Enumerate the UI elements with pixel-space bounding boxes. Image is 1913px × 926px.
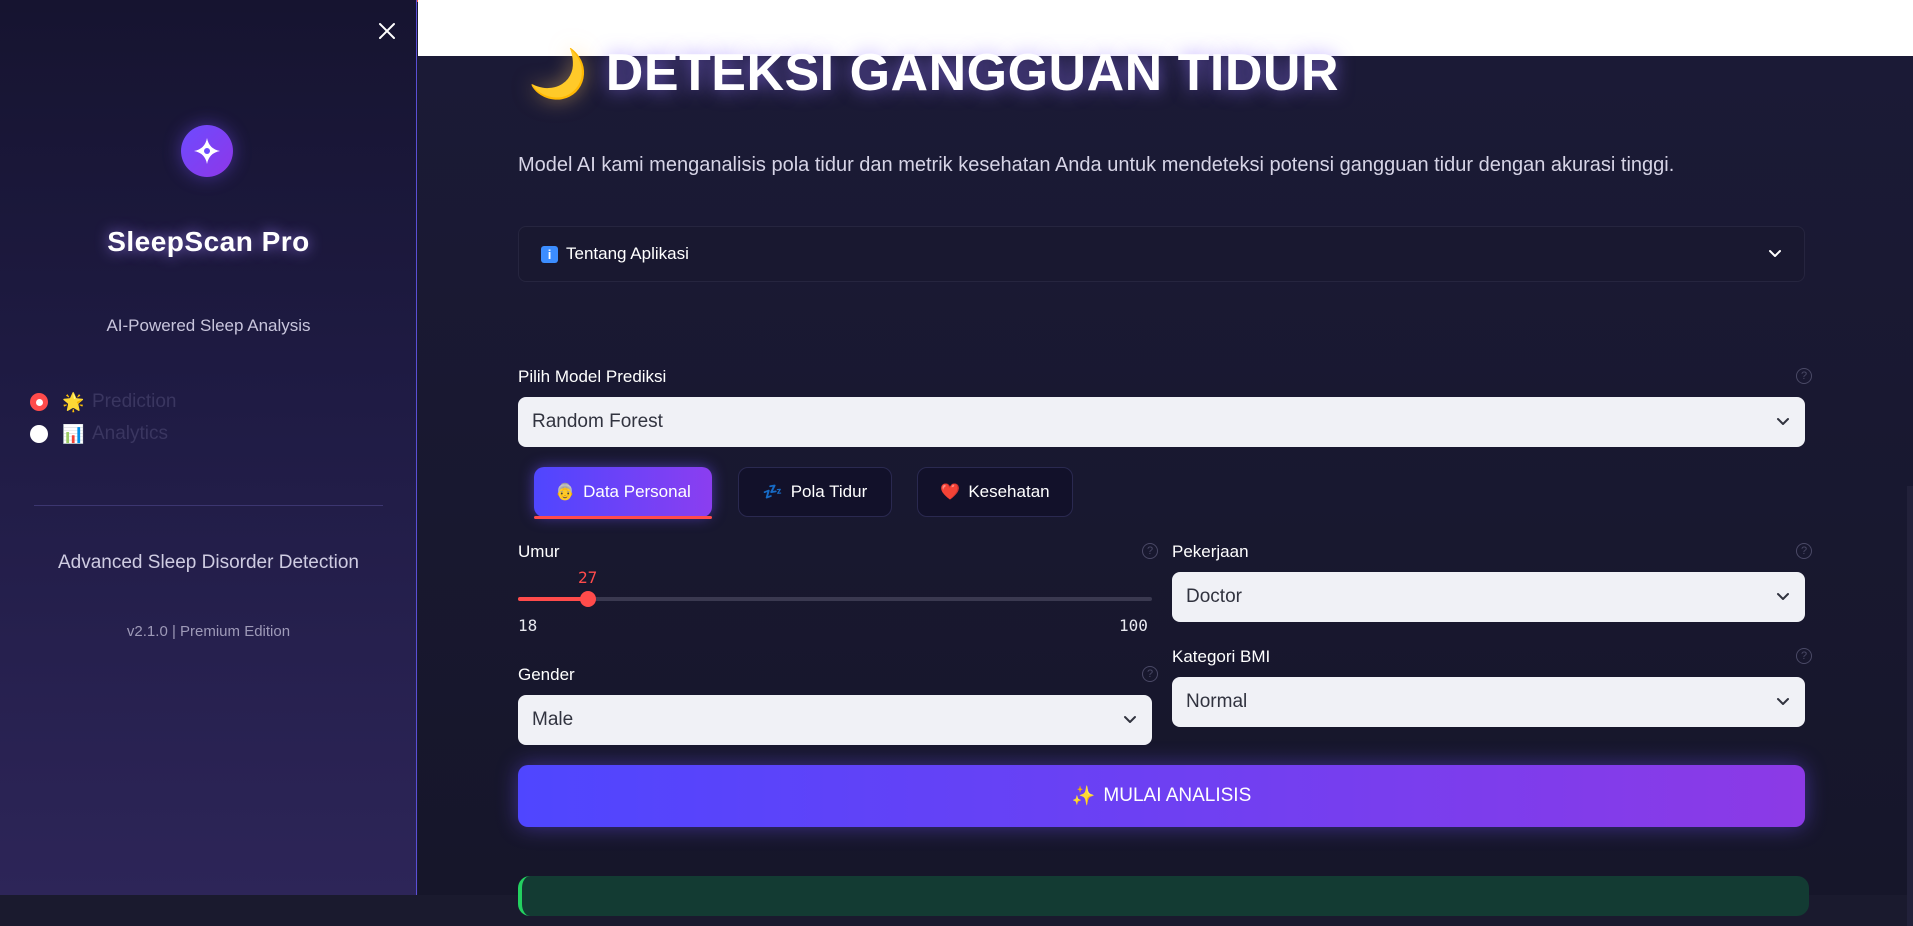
help-icon[interactable]: ? [1796,368,1812,384]
app-tagline: AI-Powered Sleep Analysis [106,316,311,335]
sparkles-icon: ✨ [1071,786,1096,807]
age-label: Umur [518,542,560,561]
heart-icon: ❤️ [940,484,961,501]
version-label: v2.1.0 | Premium Edition [126,623,291,640]
radio-selected[interactable] [30,393,48,411]
age-slider-min: 18 [518,616,538,635]
help-icon[interactable]: ? [1142,543,1158,559]
page-title: 🌙 DETEKSI GANGGUAN TIDUR [528,38,1339,108]
result-card-peek [518,876,1809,916]
tab-pola-tidur[interactable]: 💤 Pola Tidur [738,467,892,517]
close-sidebar-button[interactable] [372,16,402,46]
help-icon[interactable]: ? [1796,648,1812,664]
nav-item-prediction[interactable]: 🌟 Prediction [30,386,177,418]
gender-select-value: Male [532,709,574,730]
star-icon: 🌟 [62,391,85,412]
tab-label: Kesehatan [968,482,1050,501]
model-select[interactable]: Random Forest [518,397,1805,447]
age-slider[interactable] [518,591,1152,607]
sidebar-footer-title: Advanced Sleep Disorder Detection [57,552,359,573]
model-select-label: Pilih Model Prediksi [518,367,667,386]
sidebar-nav: 🌟 Prediction 📊 Analytics [30,386,177,450]
active-tab-indicator [534,516,712,519]
occupation-select[interactable]: Doctor [1172,572,1805,622]
chevron-down-icon [1124,716,1136,723]
app-name: SleepScan Pro [107,226,310,257]
bmi-select-value: Normal [1186,691,1248,712]
age-slider-fill [518,597,588,601]
bmi-label: Kategori BMI [1172,647,1271,666]
close-icon [379,23,395,39]
info-icon: i [541,245,558,263]
page-title-text: DETEKSI GANGGUAN TIDUR [605,44,1340,102]
chevron-down-icon [1777,593,1789,600]
tab-label: Pola Tidur [790,482,868,501]
gender-label: Gender [518,665,575,684]
help-icon[interactable]: ? [1796,543,1812,559]
chevron-down-icon [1769,250,1781,257]
sparkle-logo-icon [194,138,220,164]
page-description: Model AI kami menganalisis pola tidur da… [518,154,1675,176]
scrollbar[interactable] [1907,486,1913,926]
about-expander[interactable]: i Tentang Aplikasi [518,226,1805,282]
sidebar-divider [34,505,383,506]
nav-label: Prediction [92,391,177,412]
occupation-select-value: Doctor [1186,586,1242,607]
bmi-select[interactable]: Normal [1172,677,1805,727]
sleep-icon: 💤 [762,484,783,501]
age-slider-value: 27 [578,568,598,587]
occupation-label: Pekerjaan [1172,542,1249,561]
nav-label: Analytics [92,423,169,444]
tab-label: Data Personal [583,482,691,501]
app-logo [181,125,233,177]
model-select-value: Random Forest [532,411,663,432]
radio-unselected[interactable] [30,425,48,443]
moon-icon: 🌙 [528,47,588,101]
person-icon: 👵 [555,484,576,501]
nav-item-analytics[interactable]: 📊 Analytics [30,418,177,450]
chart-icon: 📊 [62,423,85,444]
tab-kesehatan[interactable]: ❤️ Kesehatan [917,467,1073,517]
main-area: 🌙 DETEKSI GANGGUAN TIDUR Model AI kami m… [418,44,1913,926]
sidebar: SleepScan Pro AI-Powered Sleep Analysis … [0,0,417,895]
chevron-down-icon [1777,698,1789,705]
age-slider-thumb[interactable] [580,591,596,607]
expander-label: Tentang Aplikasi [566,244,689,263]
help-icon[interactable]: ? [1142,666,1158,682]
tab-data-personal[interactable]: 👵 Data Personal [534,467,712,519]
gender-select[interactable]: Male [518,695,1152,745]
start-analysis-label: MULAI ANALISIS [1103,785,1252,806]
age-slider-max: 100 [1119,616,1148,635]
start-analysis-button[interactable]: ✨ MULAI ANALISIS [518,765,1805,827]
chevron-down-icon [1777,418,1789,425]
